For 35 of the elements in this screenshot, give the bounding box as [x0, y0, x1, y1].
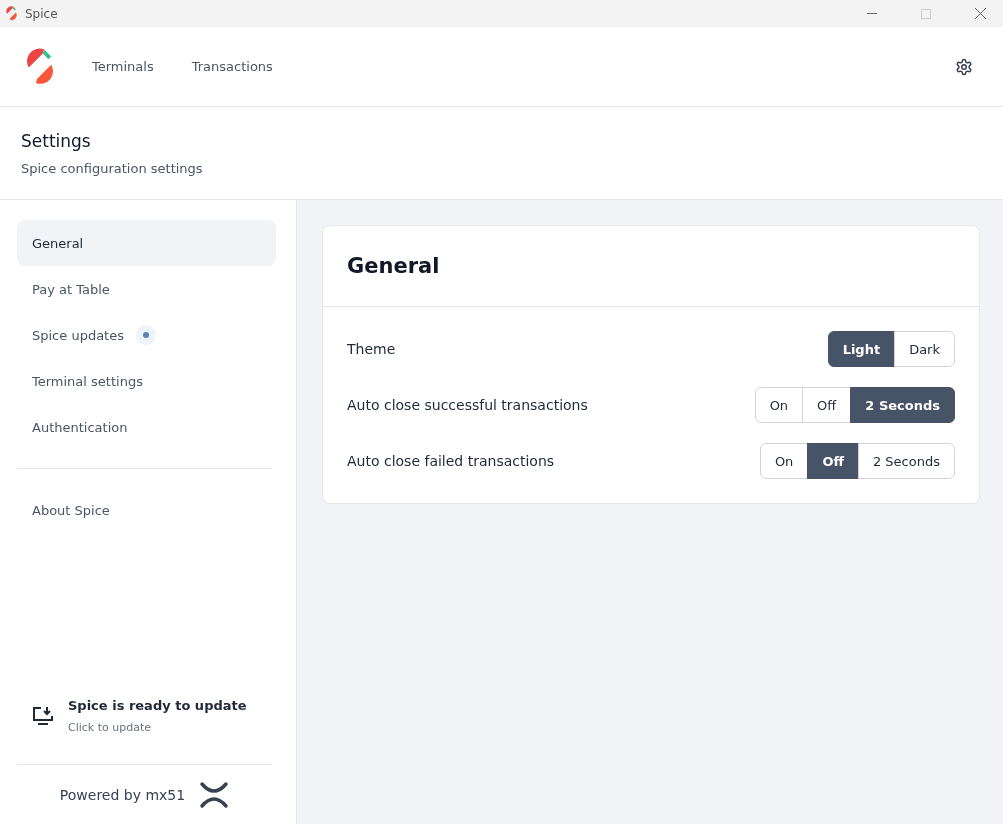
page-title: Settings [21, 131, 92, 151]
setting-label: Auto close successful transactions [347, 397, 588, 413]
setting-label: Theme [347, 341, 396, 357]
update-title: Spice is ready to update [68, 698, 247, 713]
sidebar-item[interactable]: Pay at Table [17, 266, 276, 312]
segment-option[interactable]: 2 Seconds [857, 443, 955, 479]
monitor-download-icon [32, 706, 54, 726]
powered-by-text: Powered by mx51 [59, 786, 186, 803]
page-subtitle: Spice configuration settings [21, 161, 204, 176]
close-icon [974, 8, 986, 19]
segment-option[interactable]: 2 Seconds [850, 387, 955, 423]
card-title: General [323, 226, 979, 307]
segment-option[interactable]: Light [827, 331, 896, 367]
minimize-icon [867, 13, 877, 14]
sidebar-item[interactable]: Spice updates [17, 312, 276, 358]
segment-option[interactable]: Dark [894, 331, 955, 367]
sidebar-item[interactable]: Terminal settings [17, 358, 276, 404]
sidebar-item[interactable]: General [17, 220, 276, 266]
update-notice[interactable]: Spice is ready to update Click to update [17, 698, 276, 764]
update-subtitle: Click to update [68, 721, 152, 734]
spice-logo [26, 48, 54, 85]
nav-link[interactable]: Terminals [92, 59, 154, 74]
window-title: Spice [25, 6, 59, 21]
brand-logo [199, 780, 230, 809]
setting-label: Auto close failed transactions [347, 453, 555, 469]
segment-option[interactable]: Off [802, 387, 852, 423]
spice-logo [6, 6, 17, 21]
sidebar-item[interactable]: About Spice [17, 487, 276, 533]
maximize-icon [921, 8, 931, 19]
sidebar-item[interactable]: Authentication [17, 404, 276, 450]
settings-button[interactable] [955, 57, 973, 76]
segment-option[interactable]: Off [807, 443, 859, 479]
nav-link[interactable]: Transactions [191, 59, 273, 74]
segment-option[interactable]: On [759, 443, 809, 479]
segment-option[interactable]: On [754, 387, 804, 423]
